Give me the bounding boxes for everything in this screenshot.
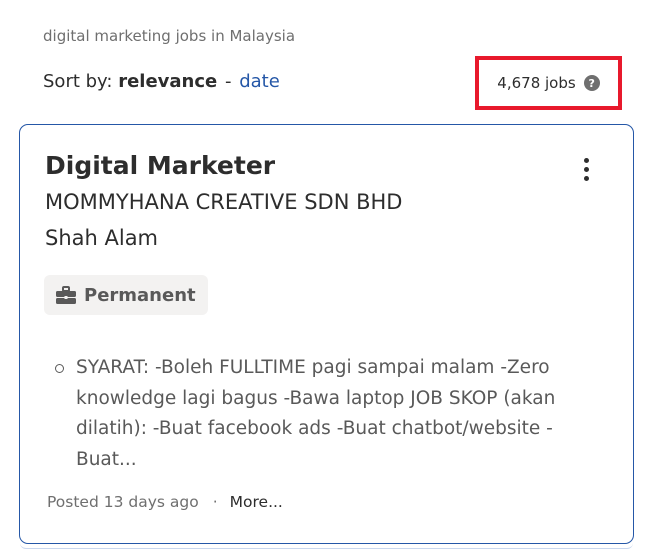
kebab-dot-icon (583, 175, 589, 181)
footer-separator: · (212, 493, 218, 511)
sort-relevance: relevance (118, 71, 218, 92)
more-link[interactable]: More... (230, 493, 283, 511)
job-snippet: SYARAT: -Boleh FULLTIME pagi sampai mala… (55, 353, 595, 475)
job-count-highlight: 4,678 jobs ? (475, 56, 622, 110)
more-options-button[interactable] (573, 151, 599, 187)
job-card[interactable]: Digital Marketer MOMMYHANA CREATIVE SDN … (19, 124, 634, 549)
sort-prefix: Sort by: (43, 71, 113, 92)
question-circle-icon[interactable]: ? (583, 75, 600, 91)
snippet-item: SYARAT: -Boleh FULLTIME pagi sampai mala… (55, 353, 595, 475)
card-footer: Posted 13 days ago · More... (47, 493, 283, 511)
posted-date: Posted 13 days ago (47, 493, 199, 511)
snippet-text: SYARAT: -Boleh FULLTIME pagi sampai mala… (76, 357, 556, 470)
job-count: 4,678 jobs (497, 74, 576, 92)
sort-separator: - (224, 71, 232, 92)
sort-by-date-link[interactable]: date (239, 71, 280, 92)
job-location: Shah Alam (45, 226, 159, 250)
job-type-badge: Permanent (44, 275, 208, 315)
bullet-icon (55, 364, 64, 373)
job-title[interactable]: Digital Marketer (45, 151, 275, 180)
job-type-label: Permanent (84, 284, 196, 306)
briefcase-icon (56, 286, 76, 304)
search-context-label: digital marketing jobs in Malaysia (43, 27, 296, 45)
job-search-results: digital marketing jobs in Malaysia Sort … (0, 0, 653, 554)
sort-controls: Sort by: relevance - date (43, 71, 280, 92)
kebab-dot-icon (583, 166, 589, 172)
company-name: MOMMYHANA CREATIVE SDN BHD (45, 190, 403, 214)
kebab-dot-icon (583, 157, 589, 163)
